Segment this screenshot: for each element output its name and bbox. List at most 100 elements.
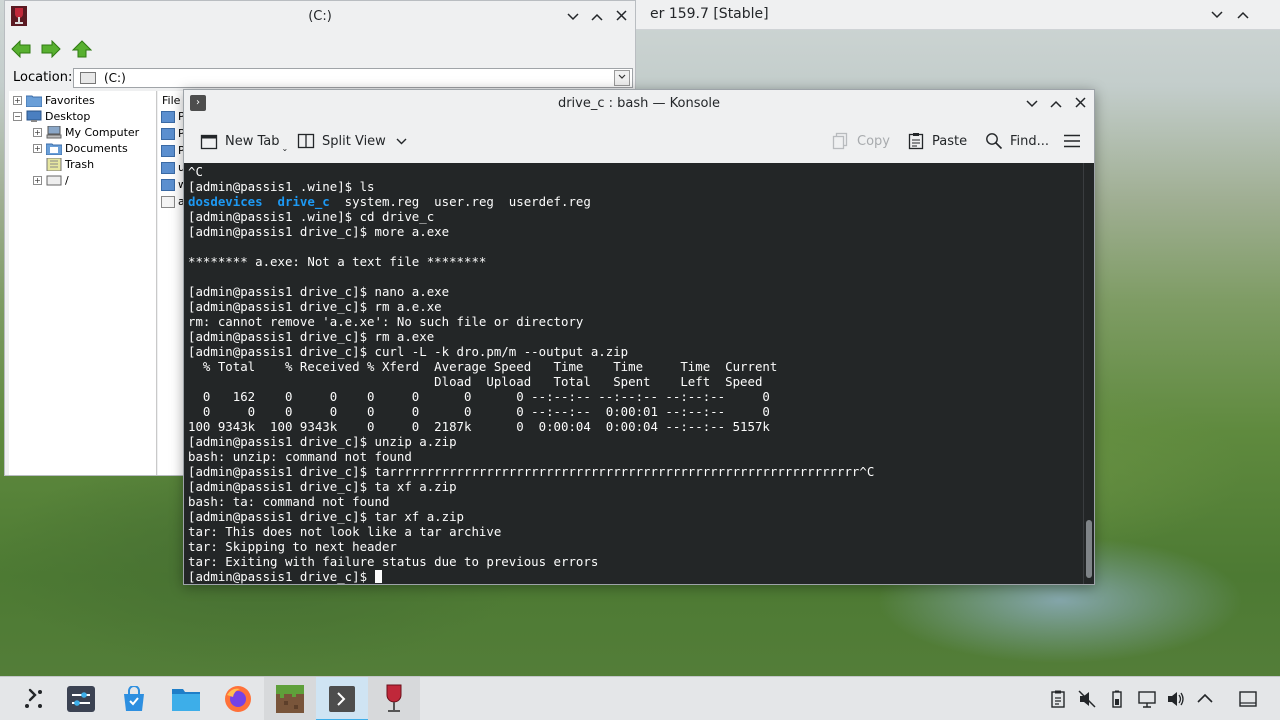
wine-glass-icon — [386, 684, 402, 712]
tree-item-desktop[interactable]: − Desktop — [13, 108, 90, 124]
chevron-down-icon — [1211, 11, 1223, 19]
tree-item-trash[interactable]: Trash — [46, 156, 94, 172]
maximize-button[interactable] — [1232, 4, 1254, 26]
tree-item-favorites[interactable]: + Favorites — [13, 92, 95, 108]
konsole-close-button[interactable] — [1069, 93, 1091, 115]
terminal-line: % Total % Received % Xferd Average Speed… — [188, 359, 778, 374]
task-minecraft[interactable] — [264, 677, 316, 720]
battery-icon[interactable] — [1107, 689, 1127, 709]
terminal-line: ^C — [188, 164, 203, 179]
volume-icon[interactable] — [1166, 689, 1186, 709]
terminal-icon — [329, 686, 355, 712]
tree-item-label: Trash — [65, 157, 95, 171]
show-desktop-icon[interactable] — [1238, 689, 1258, 709]
folder-tree: + Favorites − Desktop + My Computer + Do… — [9, 91, 157, 475]
folder-icon — [26, 95, 42, 107]
background-window-title: er 159.7 [Stable] — [650, 6, 769, 22]
up-arrow-icon[interactable] — [72, 40, 92, 58]
task-konsole[interactable] — [316, 677, 368, 720]
network-wired-icon[interactable] — [1137, 689, 1157, 709]
forward-arrow-icon[interactable] — [41, 40, 61, 58]
task-system-settings[interactable] — [55, 677, 107, 720]
explorer-maximize-button[interactable] — [586, 6, 608, 28]
close-icon — [1074, 97, 1086, 108]
task-dolphin[interactable] — [160, 677, 212, 720]
find-label: Find... — [1010, 133, 1050, 149]
application-launcher-button[interactable] — [8, 677, 60, 720]
find-button[interactable]: Find... — [985, 130, 1049, 152]
tree-item-my-computer[interactable]: + My Computer — [33, 124, 139, 140]
terminal-line: [admin@passis1 drive_c]$ tarrrrrrrrrrrrr… — [188, 464, 875, 479]
terminal-line: bash: ta: command not found — [188, 494, 390, 509]
copy-icon — [832, 132, 848, 150]
terminal-line: [admin@passis1 drive_c]$ curl -L -k dro.… — [188, 344, 629, 359]
expand-icon[interactable]: + — [33, 127, 42, 137]
shell-prompt: [admin@passis1 drive_c]$ — [188, 569, 375, 584]
split-view-button[interactable]: Split View — [297, 130, 407, 152]
expand-icon[interactable]: + — [33, 175, 42, 185]
documents-folder-icon — [46, 143, 62, 155]
tree-item-label: / — [65, 173, 69, 187]
minecraft-grass-block-icon — [276, 685, 304, 713]
konsole-minimize-button[interactable] — [1021, 93, 1043, 115]
taskbar — [0, 676, 1280, 720]
konsole-window[interactable]: › drive_c : bash — Konsole New Tab ⌄ Spl… — [183, 89, 1095, 585]
copy-button[interactable]: Copy — [832, 130, 890, 152]
task-wine[interactable] — [368, 677, 420, 720]
terminal-scrollbar[interactable] — [1083, 163, 1094, 584]
back-arrow-icon[interactable] — [11, 40, 31, 58]
location-dropdown-button[interactable] — [614, 70, 630, 86]
tree-item-label: Documents — [65, 141, 128, 155]
scrollbar-thumb[interactable] — [1086, 520, 1092, 578]
explorer-titlebar[interactable]: (C:) — [5, 1, 635, 32]
location-field[interactable]: (C:) — [73, 68, 633, 88]
hamburger-menu-button[interactable] — [1063, 130, 1081, 152]
konsole-maximize-button[interactable] — [1045, 93, 1067, 115]
tree-item-label: Desktop — [45, 109, 91, 123]
new-tab-button[interactable]: New Tab ⌄ — [200, 130, 289, 153]
chevron-down-icon — [1026, 100, 1038, 108]
collapse-icon[interactable]: − — [13, 111, 22, 121]
terminal-line: tar: Skipping to next header — [188, 539, 397, 554]
minimize-button[interactable] — [1206, 4, 1228, 26]
terminal-line: [admin@passis1 drive_c]$ nano a.exe — [188, 284, 450, 299]
terminal-line: bash: unzip: command not found — [188, 449, 412, 464]
chevron-down-icon — [567, 13, 579, 21]
expand-icon[interactable]: + — [13, 95, 22, 105]
terminal-view[interactable]: ^C [admin@passis1 .wine]$ ls dosdevices dr… — [184, 163, 1083, 584]
clipboard-icon[interactable] — [1048, 689, 1068, 709]
explorer-minimize-button[interactable] — [562, 6, 584, 28]
drive-icon — [46, 175, 62, 185]
paste-button[interactable]: Paste — [907, 130, 967, 152]
explorer-close-button[interactable] — [610, 6, 632, 28]
file-column-header[interactable]: File — [162, 94, 180, 107]
close-icon — [615, 10, 627, 21]
tree-item-label: My Computer — [65, 125, 140, 139]
terminal-line: tar: Exiting with failure status due to … — [188, 554, 599, 569]
expand-icon[interactable]: + — [33, 143, 42, 153]
file-icon — [161, 196, 175, 208]
tree-item-documents[interactable]: + Documents — [33, 140, 128, 156]
text-cursor — [374, 570, 382, 583]
folder-icon — [161, 179, 175, 191]
task-discover[interactable] — [108, 677, 160, 720]
audio-muted-icon[interactable] — [1077, 689, 1097, 709]
task-firefox[interactable] — [212, 677, 264, 720]
background-window-titlebar[interactable]: er 159.7 [Stable] — [636, 0, 1280, 30]
tree-item-root[interactable]: + / — [33, 172, 69, 188]
desktop-icon — [26, 110, 42, 122]
konsole-titlebar[interactable]: › drive_c : bash — Konsole — [184, 90, 1094, 118]
chevron-down-icon — [396, 138, 407, 144]
explorer-toolbar — [5, 32, 635, 66]
terminal-line: [admin@passis1 drive_c]$ rm a.e.xe — [188, 299, 442, 314]
ls-file-entries: system.reg user.reg userdef.reg — [329, 194, 591, 209]
chevron-up-icon[interactable] — [1195, 689, 1215, 709]
split-view-icon — [297, 133, 315, 149]
terminal-line: 0 0 0 0 0 0 0 0 --:--:-- 0:00:01 --:--:-… — [188, 404, 770, 419]
tree-item-label: Favorites — [45, 93, 95, 107]
explorer-title: (C:) — [308, 9, 332, 24]
terminal-line: tar: This does not look like a tar archi… — [188, 524, 502, 539]
chevron-down-icon[interactable]: ⌄ — [282, 144, 289, 153]
folder-icon — [161, 145, 175, 157]
